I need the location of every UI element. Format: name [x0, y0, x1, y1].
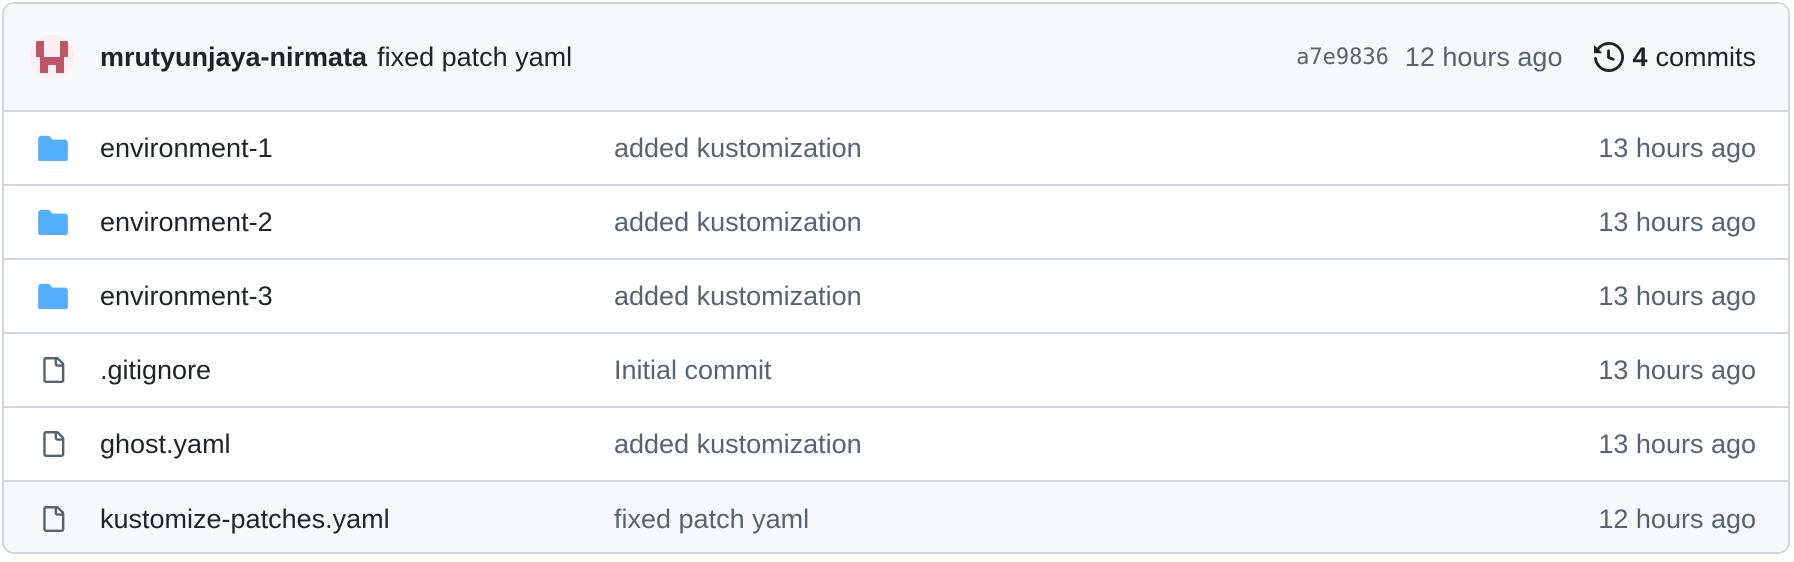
file-commit-message-link[interactable]: added kustomization — [614, 207, 862, 238]
file-commit-message-link[interactable]: added kustomization — [614, 429, 862, 460]
file-commit-time: 13 hours ago — [1598, 206, 1756, 237]
file-name-link[interactable]: environment-3 — [100, 281, 273, 312]
file-commit-message-link[interactable]: Initial commit — [614, 355, 772, 386]
file-commit-time: 13 hours ago — [1598, 280, 1756, 311]
file-row[interactable]: kustomize-patches.yaml fixed patch yaml … — [4, 482, 1788, 552]
file-name-link[interactable]: environment-2 — [100, 207, 273, 238]
file-name-link[interactable]: ghost.yaml — [100, 429, 231, 460]
file-icon — [36, 504, 70, 534]
folder-icon — [36, 209, 70, 235]
commit-count: 4 — [1632, 41, 1648, 72]
file-commit-time: 13 hours ago — [1598, 428, 1756, 459]
commit-message-link[interactable]: fixed patch yaml — [377, 42, 572, 73]
file-commit-message-link[interactable]: added kustomization — [614, 133, 862, 164]
author-avatar[interactable] — [30, 35, 74, 79]
file-row[interactable]: environment-1 added kustomization 13 hou… — [4, 112, 1788, 186]
file-row[interactable]: environment-3 added kustomization 13 hou… — [4, 260, 1788, 334]
file-icon — [36, 429, 70, 459]
file-name-link[interactable]: .gitignore — [100, 355, 211, 386]
file-icon — [36, 355, 70, 385]
file-commit-time: 13 hours ago — [1598, 132, 1756, 163]
file-commit-message-link[interactable]: added kustomization — [614, 281, 862, 312]
history-icon — [1594, 42, 1625, 72]
file-name-link[interactable]: environment-1 — [100, 133, 273, 164]
folder-icon — [36, 283, 70, 309]
file-browser: mrutyunjaya-nirmata fixed patch yaml a7e… — [2, 2, 1790, 554]
folder-icon — [36, 135, 70, 161]
file-commit-time: 12 hours ago — [1598, 503, 1756, 534]
file-name-link[interactable]: kustomize-patches.yaml — [100, 504, 390, 535]
commits-history-link[interactable]: 4 commits — [1594, 42, 1756, 73]
commits-label: commits — [1655, 41, 1757, 72]
file-commit-message-link[interactable]: fixed patch yaml — [614, 504, 809, 535]
commit-author-link[interactable]: mrutyunjaya-nirmata — [100, 42, 367, 73]
file-commit-time: 13 hours ago — [1598, 354, 1756, 385]
latest-commit-bar: mrutyunjaya-nirmata fixed patch yaml a7e… — [4, 4, 1788, 112]
file-row[interactable]: environment-2 added kustomization 13 hou… — [4, 186, 1788, 260]
commit-time: 12 hours ago — [1404, 41, 1563, 72]
file-row[interactable]: .gitignore Initial commit 13 hours ago — [4, 334, 1788, 408]
file-row[interactable]: ghost.yaml added kustomization 13 hours … — [4, 408, 1788, 482]
commit-sha-link[interactable]: a7e9836 — [1296, 45, 1389, 70]
